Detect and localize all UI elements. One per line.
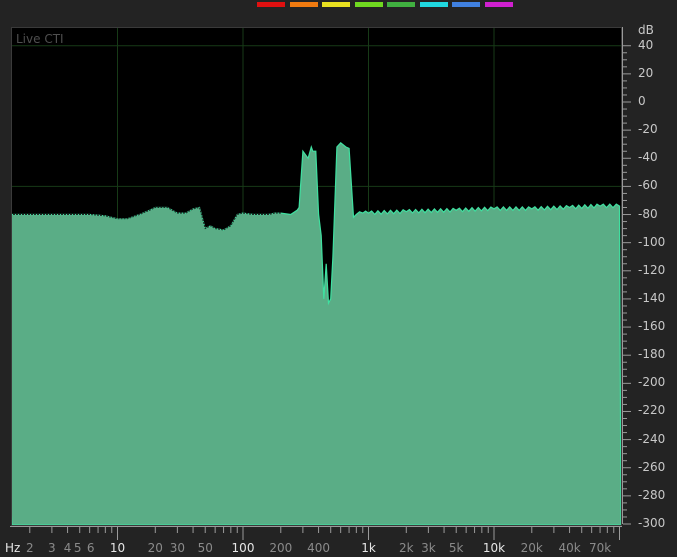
db-unit-label: dB [638,23,654,37]
db-tick-label: -200 [638,375,666,390]
db-ruler [622,27,631,525]
db-tick-label: -260 [638,459,666,474]
freq-tick-label: 50 [197,541,213,555]
freq-tick-label: 2k [398,541,414,555]
freq-tick-label: 200 [269,541,293,555]
hz-unit-label: Hz [5,541,21,555]
color-swatch [419,2,448,7]
plot-label: Live CTI [16,32,64,46]
db-tick-label: 40 [638,37,654,52]
spectrum-plot[interactable]: Live CTI [11,27,622,526]
spectrum-graph [12,28,621,525]
spectrum-area [12,141,621,525]
db-tick-label: -80 [638,206,658,221]
db-tick-label: -240 [638,431,666,446]
color-swatch [257,2,285,7]
freq-tick-label: 5 [73,541,82,555]
db-tick-label: -40 [638,150,658,165]
freq-tick-label: 20k [520,541,543,555]
freq-tick-label: 5k [448,541,464,555]
freq-tick-label: 3 [48,541,56,555]
db-tick-label: -160 [638,319,666,334]
color-swatch [452,2,480,7]
freq-tick-label: 30 [169,541,186,555]
db-tick-label: -120 [638,262,666,277]
db-tick-label: -140 [638,290,666,305]
db-tick-label: -220 [638,403,666,418]
freq-tick-label: 4 [63,541,72,555]
db-tick-label: -60 [638,178,658,193]
freq-tick-label: 70k [588,541,612,555]
color-swatch [387,2,415,7]
db-tick-label: 20 [638,65,654,80]
freq-tick-label: 6 [86,541,95,555]
freq-tick-label: 400 [307,541,330,555]
freq-tick-label: 10k [482,541,506,555]
freq-tick-label: 10 [109,541,126,555]
db-scale: dB 40 20 0 -20 -40 -60 -80 -100 -120 -140 -160 -180… [622,23,677,530]
db-tick-label: 0 [638,94,646,108]
freq-tick-label: 1k [361,541,376,555]
freq-tick-label: 40k [558,541,581,555]
db-tick-label: -280 [638,487,666,502]
db-tick-label: -180 [638,347,666,362]
color-swatch [354,2,383,7]
color-swatch [289,2,318,7]
freq-tick-label: 2 [25,541,34,555]
freq-tick-label: 100 [231,541,255,555]
frequency-axis: Hz 2 3 4 5 6 10 20 30 50 100 200 400 1k 2k 3k 5k 10k 20k 4… [0,526,677,557]
freq-tick-label: 20 [147,541,163,555]
color-swatch [322,2,350,7]
freq-tick-label: 3k [421,541,436,555]
db-tick-label: -100 [638,234,666,249]
color-swatch [484,2,513,7]
db-tick-label: -20 [638,122,658,137]
